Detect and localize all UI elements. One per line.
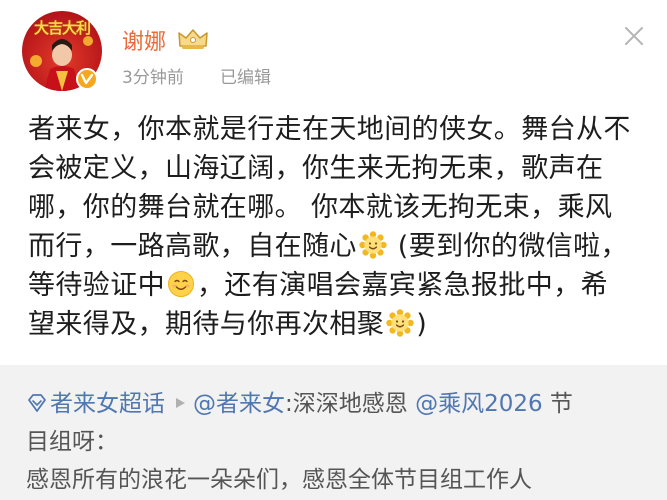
close-icon[interactable] <box>624 26 644 46</box>
post-line: 会被定义，山海辽阔，你生来无拘无束，歌声在 <box>28 153 604 184</box>
post-time: 3分钟前 <box>122 68 184 88</box>
mention-link[interactable]: @者来女 <box>193 391 285 417</box>
supertopic-link[interactable]: 者来女超话 <box>50 391 165 417</box>
sunflower-smile-emoji-icon <box>386 309 414 337</box>
verified-v-icon <box>76 68 98 90</box>
post-text: 者来女，你本就是行走在天地间的侠女。舞台从不 会被定义，山海辽阔，你生来无拘无束… <box>28 110 658 344</box>
crown-vip-icon[interactable] <box>177 27 209 51</box>
post-line: 哪，你的舞台就在哪。 你本就该无拘无束，乘风 <box>28 192 613 223</box>
retweet-text-segment: :深深地感恩 <box>285 391 416 417</box>
post-line: 望来得及，期待与你再次相聚 ) <box>28 309 428 340</box>
retweet-line: 感恩所有的浪花一朵朵们，感恩全体节目组工作人 <box>26 467 532 493</box>
retweet-text-segment: 节 <box>542 391 573 417</box>
author-name[interactable]: 谢娜 <box>122 24 166 56</box>
edited-label[interactable]: 已编辑 <box>220 63 271 88</box>
post-line: 等待验证中 ，还有演唱会嘉宾紧急报批中，希 <box>28 270 608 301</box>
play-arrow-icon <box>176 398 185 408</box>
retweet-line: 目组呀： <box>26 429 118 455</box>
post-line: 而行，一路高歌，自在随心 (要到你的微信啦， <box>28 231 628 262</box>
avatar-text: 大吉大利 <box>33 19 91 37</box>
supertopic-diamond-icon[interactable] <box>26 392 48 414</box>
mention-link[interactable]: @乘风2026 <box>415 391 543 417</box>
retweet-card[interactable]: 者来女超话 @者来女:深深地感恩 @乘风2026 节 目组呀： 感恩所有的浪花一… <box>0 365 667 500</box>
sunflower-smile-emoji-icon <box>359 231 387 259</box>
smile-emoji-icon <box>168 271 194 297</box>
post-line: 者来女，你本就是行走在天地间的侠女。舞台从不 <box>28 114 631 145</box>
retweet-text: 者来女超话 @者来女:深深地感恩 @乘风2026 节 目组呀： 感恩所有的浪花一… <box>26 385 656 499</box>
retweet-line: 者来女超话 @者来女:深深地感恩 @乘风2026 节 <box>26 385 656 423</box>
